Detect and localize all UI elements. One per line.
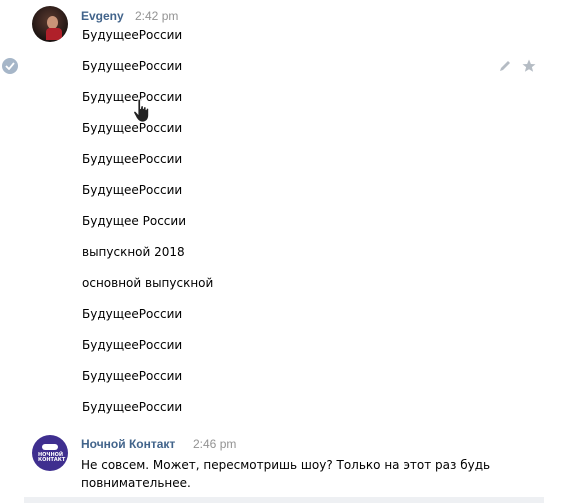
mask-icon: [42, 444, 58, 450]
check-circle-icon[interactable]: [2, 58, 18, 74]
message-line: БудущееРоссии: [82, 28, 183, 42]
message-line: БудущееРоссии: [82, 152, 183, 166]
author-name[interactable]: Ночной Контакт: [81, 437, 175, 451]
message-line: основной выпускной: [82, 276, 214, 290]
message-line: БудущееРоссии: [82, 59, 183, 73]
message-time[interactable]: 2:42 pm: [135, 9, 178, 23]
message-line: Будущее России: [82, 214, 186, 228]
message-text: Не совсем. Может, пересмотришь шоу? Толь…: [81, 458, 491, 490]
message-time[interactable]: 2:46 pm: [193, 437, 236, 451]
hand-pointer-icon: [132, 98, 154, 124]
message-line: БудущееРоссии: [82, 400, 183, 414]
avatar-logo-text: НОЧНОЙ КОНТАКТ: [38, 452, 66, 463]
avatar[interactable]: НОЧНОЙ КОНТАКТ: [32, 435, 68, 471]
avatar[interactable]: [32, 6, 68, 42]
pencil-icon[interactable]: [497, 58, 513, 74]
message-line: БудущееРоссии: [82, 369, 183, 383]
message-line: выпускной 2018: [82, 245, 185, 259]
message-line: БудущееРоссии: [82, 338, 183, 352]
message-line: БудущееРоссии: [82, 307, 183, 321]
message-line: БудущееРоссии: [82, 183, 183, 197]
star-icon[interactable]: [521, 58, 537, 74]
composer-divider: [24, 497, 544, 503]
author-name[interactable]: Evgeny: [81, 9, 124, 23]
message-group-evgeny: Evgeny 2:42 pm БудущееРоссии БудущееРосс…: [0, 0, 564, 430]
